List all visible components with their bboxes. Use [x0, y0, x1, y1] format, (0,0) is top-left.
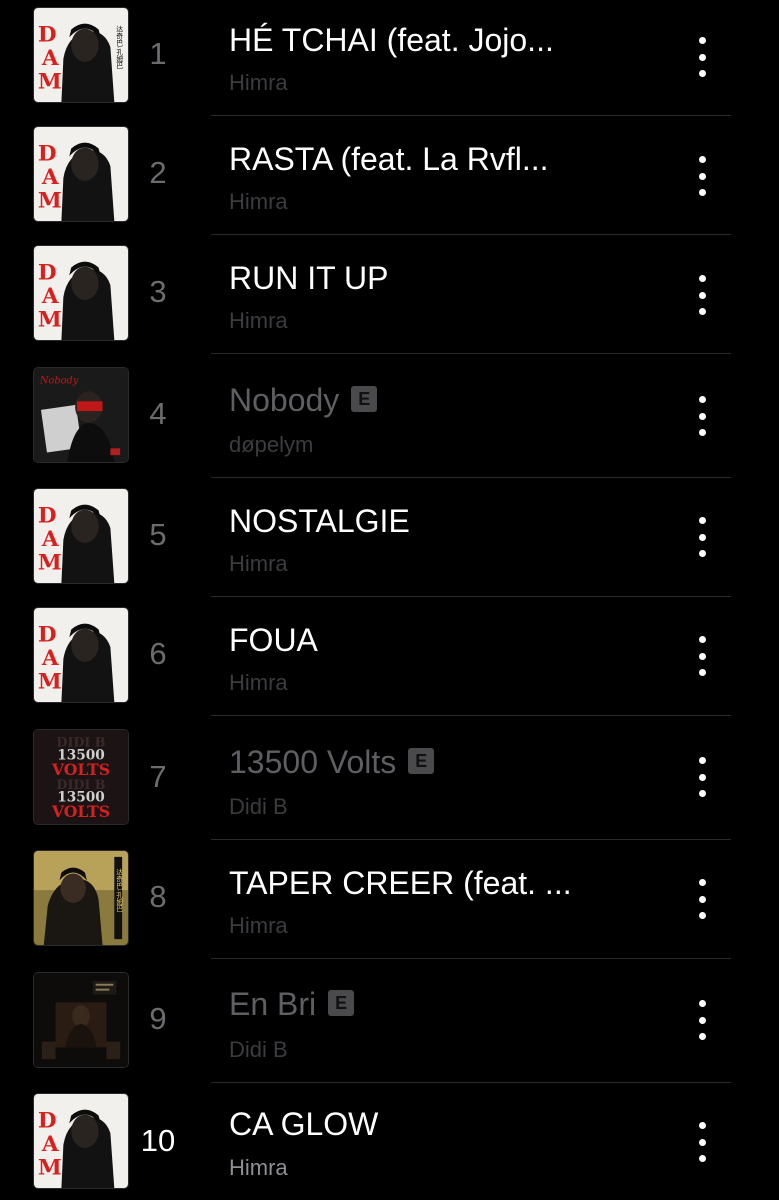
track-number: 7: [149, 759, 167, 794]
track-artist: Himra: [229, 1155, 288, 1180]
album-art: 达奇巴·孔姆巴: [33, 850, 129, 946]
svg-text:Nobody: Nobody: [39, 376, 79, 387]
track-title: 13500 Volts E: [229, 744, 649, 781]
track-title: FOUA: [229, 622, 318, 658]
svg-text:M: M: [38, 69, 62, 94]
album-art: D A M 达奇巴·孔姆巴: [33, 7, 129, 103]
svg-text:D: D: [38, 1108, 57, 1133]
track-number: 10: [140, 1123, 176, 1158]
track-artist: Himra: [229, 308, 288, 333]
track-title: NOSTALGIE: [229, 503, 410, 539]
svg-text:D: D: [38, 503, 57, 528]
svg-text:A: A: [41, 165, 59, 190]
track-title: CA GLOW: [229, 1106, 379, 1142]
more-options-icon[interactable]: [690, 879, 714, 919]
svg-text:M: M: [38, 550, 62, 575]
album-art: Nobody: [33, 367, 129, 463]
svg-text:A: A: [41, 646, 59, 671]
track-title: RUN IT UP: [229, 260, 389, 296]
track-artist: Himra: [229, 670, 288, 695]
track-artist: Himra: [229, 913, 288, 938]
svg-text:A: A: [41, 527, 59, 552]
more-options-icon[interactable]: [690, 517, 714, 557]
more-options-icon[interactable]: [690, 1122, 714, 1162]
svg-text:D: D: [38, 260, 57, 285]
track-number: 9: [149, 1001, 167, 1036]
track-title: Nobody E: [229, 382, 649, 419]
more-options-icon[interactable]: [690, 636, 714, 676]
track-artist: døpelym: [229, 432, 314, 457]
dadi-cover-image: DAM: [34, 489, 128, 583]
dadi-cover-image: DAM达奇巴·孔姆巴: [34, 8, 128, 102]
explicit-badge: E: [408, 748, 435, 774]
track-title: HÉ TCHAI (feat. Jojo...: [229, 22, 554, 58]
row-divider: [211, 234, 731, 235]
track-number: 5: [149, 517, 167, 552]
dadi-cover-image: DAM: [34, 608, 128, 702]
album-art: DIDI B 13500 VOLTS DIDI B 13500 VOLTS: [33, 729, 129, 825]
row-divider: [211, 1082, 731, 1083]
dadi-cover-image: DAM: [34, 127, 128, 221]
taper-cover-image: 达奇巴·孔姆巴: [34, 851, 128, 945]
track-number: 3: [149, 274, 167, 309]
svg-text:D: D: [38, 141, 57, 166]
track-title: En Bri E: [229, 986, 649, 1023]
svg-text:M: M: [38, 669, 62, 694]
svg-text:M: M: [38, 188, 62, 213]
row-divider: [211, 115, 731, 116]
row-divider: [211, 477, 731, 478]
track-artist: Himra: [229, 70, 288, 95]
more-options-icon[interactable]: [690, 37, 714, 77]
explicit-badge: E: [351, 386, 378, 412]
track-number: 6: [149, 636, 167, 671]
track-title: TAPER CREER (feat. ...: [229, 865, 572, 901]
svg-text:D: D: [38, 22, 57, 47]
dadi-cover-image: DAM: [34, 246, 128, 340]
album-art: DAM: [33, 126, 129, 222]
more-options-icon[interactable]: [690, 757, 714, 797]
track-artist: Himra: [229, 189, 288, 214]
more-options-icon[interactable]: [690, 156, 714, 196]
track-artist: Didi B: [229, 794, 288, 819]
svg-text:A: A: [41, 284, 59, 309]
nobody-cover-image: Nobody: [34, 368, 128, 462]
more-options-icon[interactable]: [690, 396, 714, 436]
album-art: DAM: [33, 488, 129, 584]
track-number: 4: [149, 396, 167, 431]
svg-text:A: A: [41, 1132, 59, 1157]
row-divider: [211, 596, 731, 597]
svg-text:VOLTS: VOLTS: [51, 802, 110, 821]
row-divider: [211, 353, 731, 354]
row-divider: [211, 839, 731, 840]
more-options-icon[interactable]: [690, 1000, 714, 1040]
explicit-badge: E: [328, 990, 355, 1016]
track-number: 2: [149, 155, 167, 190]
album-art: DAM: [33, 607, 129, 703]
track-artist: Himra: [229, 551, 288, 576]
volts-cover-image: DIDI B13500VOLTSDIDI B13500VOLTS: [34, 730, 128, 824]
track-number: 1: [149, 36, 167, 71]
svg-text:D: D: [38, 622, 57, 647]
svg-text:A: A: [41, 46, 59, 71]
track-artist: Didi B: [229, 1037, 288, 1062]
svg-text:M: M: [38, 307, 62, 332]
dadi-cover-image: DAM: [34, 1094, 128, 1188]
album-art: DAM: [33, 245, 129, 341]
row-divider: [211, 715, 731, 716]
album-art: [33, 972, 129, 1068]
track-title: RASTA (feat. La Rvfl...: [229, 141, 549, 177]
enbri-cover-image: [34, 973, 128, 1067]
svg-text:M: M: [38, 1155, 62, 1180]
track-number: 8: [149, 879, 167, 914]
row-divider: [211, 958, 731, 959]
more-options-icon[interactable]: [690, 275, 714, 315]
album-art: DAM: [33, 1093, 129, 1189]
